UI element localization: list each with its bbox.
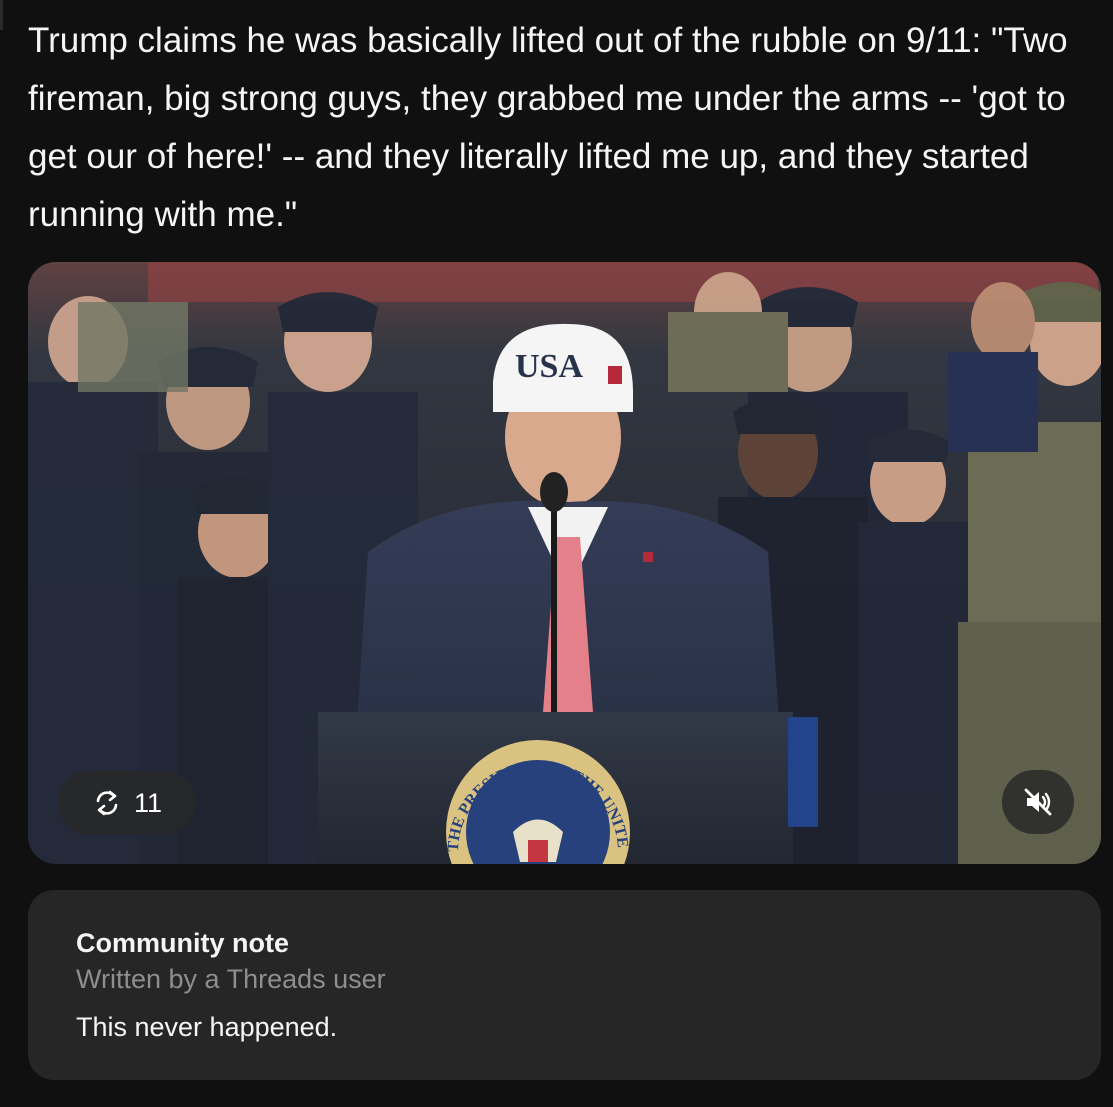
thread-connector-line xyxy=(0,0,3,30)
repost-count-badge[interactable]: 11 xyxy=(58,771,196,835)
speaker-muted-icon xyxy=(1024,788,1052,816)
video-frame: USA THE PRESIDENT OF THE UNITED xyxy=(28,262,1101,864)
repost-count: 11 xyxy=(133,787,163,818)
repost-icon xyxy=(96,790,118,816)
post-text: Trump claims he was basically lifted out… xyxy=(28,21,1078,234)
video-player[interactable]: USA THE PRESIDENT OF THE UNITED 11 xyxy=(28,262,1101,864)
community-note-title: Community note xyxy=(76,928,289,958)
community-note-card[interactable]: Community note Written by a Threads user… xyxy=(28,890,1101,1080)
community-note-author: Written by a Threads user xyxy=(76,964,386,994)
community-note-body: This never happened. xyxy=(76,1012,338,1042)
mute-toggle-button[interactable] xyxy=(1002,770,1074,834)
